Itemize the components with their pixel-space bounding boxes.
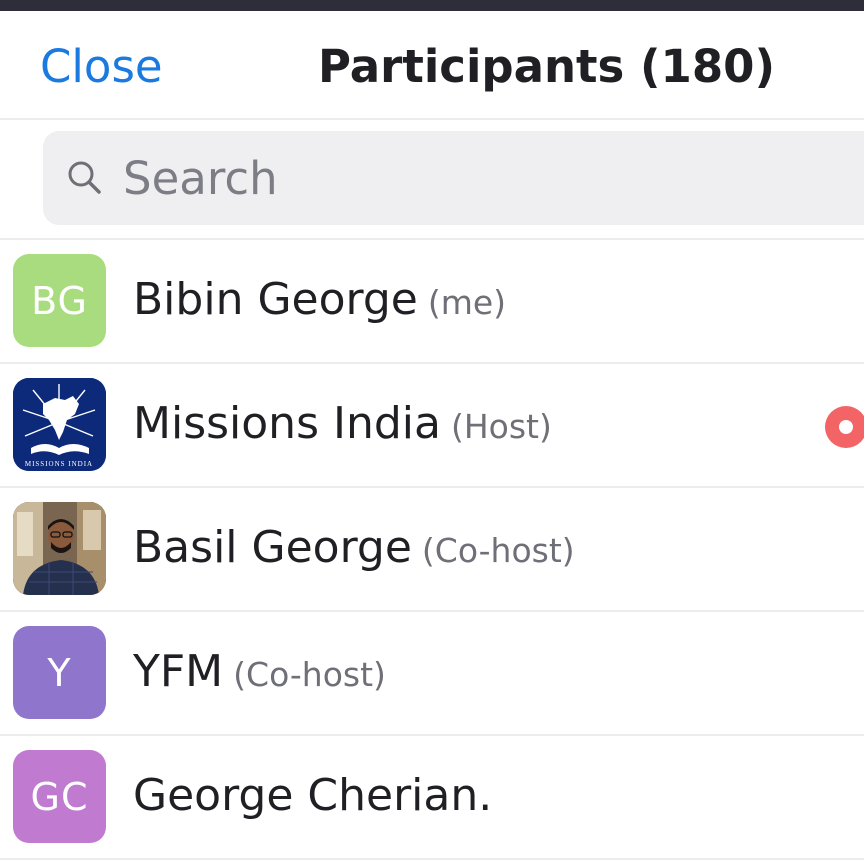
participant-role: (Co-host) <box>421 531 575 570</box>
avatar: GC <box>13 750 106 843</box>
logo-text: MISSIONS INDIA <box>25 460 93 468</box>
avatar-initials: Y <box>47 650 72 695</box>
participant-name: Bibin George <box>133 274 418 325</box>
search-icon <box>68 161 101 194</box>
participant-name: YFM <box>133 646 224 697</box>
avatar-initials: GC <box>30 774 89 819</box>
participant-row[interactable]: Y YFM (Co-host) <box>0 612 864 736</box>
avatar: Y <box>13 626 106 719</box>
participant-role: (Co-host) <box>233 655 386 694</box>
participant-name: Basil George <box>133 522 412 573</box>
participant-role: (me) <box>427 283 507 322</box>
avatar-initials: BG <box>31 278 88 323</box>
avatar: MISSIONS INDIA <box>13 378 106 471</box>
participant-name: Missions India <box>133 398 441 449</box>
participant-role: (Host) <box>450 407 552 446</box>
close-button[interactable]: Close <box>40 37 163 97</box>
header-bar: Close Participants (180) <box>0 11 864 120</box>
avatar: BG <box>13 254 106 347</box>
search-section <box>0 120 864 240</box>
participant-row[interactable]: GC George Cherian. <box>0 736 864 860</box>
participant-row[interactable]: MISSIONS INDIA Missions India (Host) <box>0 364 864 488</box>
participant-name: George Cherian. <box>133 770 493 821</box>
avatar <box>13 502 106 595</box>
page-title: Participants (180) <box>318 40 776 93</box>
participant-row[interactable]: Basil George (Co-host) <box>0 488 864 612</box>
recording-icon <box>825 406 864 448</box>
participant-row[interactable]: BG Bibin George (me) <box>0 240 864 364</box>
search-input[interactable] <box>123 131 823 225</box>
missions-india-logo: MISSIONS INDIA <box>13 378 106 471</box>
status-bar-strip <box>0 0 864 11</box>
participant-list: BG Bibin George (me) MISSIONS INDIA Miss… <box>0 240 864 860</box>
search-box[interactable] <box>43 131 864 225</box>
profile-photo <box>13 502 106 595</box>
